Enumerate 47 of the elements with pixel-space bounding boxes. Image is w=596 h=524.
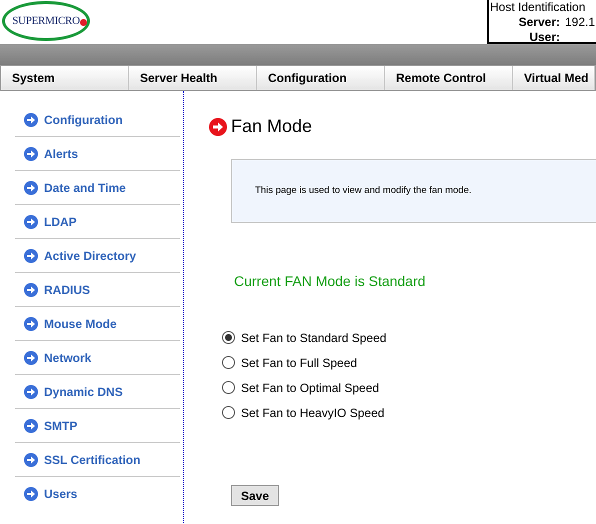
arrow-right-icon <box>24 112 38 126</box>
description-text: This page is used to view and modify the fan mode. <box>255 184 472 198</box>
arrow-right-icon <box>24 350 38 364</box>
arrow-right-icon <box>24 487 38 501</box>
nav-tab[interactable]: System <box>1 66 129 90</box>
arrow-right-icon <box>24 282 38 296</box>
radio-button[interactable] <box>222 356 235 369</box>
nav-tab[interactable]: Server Health <box>129 66 257 90</box>
sidebar-link[interactable]: Configuration <box>44 110 123 128</box>
arrow-right-icon <box>24 316 38 330</box>
arrow-right-icon <box>24 418 38 432</box>
save-button[interactable]: Save <box>231 485 279 506</box>
nav-tab[interactable]: Virtual Med <box>513 66 595 90</box>
radio-button[interactable] <box>222 381 235 394</box>
arrow-right-icon <box>24 452 38 466</box>
radio-label[interactable]: Set Fan to HeavyIO Speed <box>241 404 384 422</box>
arrow-right-icon <box>24 384 38 398</box>
radio-label[interactable]: Set Fan to Standard Speed <box>241 328 386 346</box>
sidebar-link[interactable]: Date and Time <box>44 178 126 196</box>
arrow-right-icon <box>24 146 38 160</box>
radio-label[interactable]: Set Fan to Full Speed <box>241 354 358 372</box>
arrow-right-icon <box>24 180 38 194</box>
nav-tab[interactable]: Remote Control <box>385 66 513 90</box>
radio-button[interactable] <box>222 331 235 344</box>
page-title: Fan Mode <box>231 115 312 138</box>
nav-tab[interactable]: Configuration <box>257 66 385 90</box>
sidebar-link[interactable]: RADIUS <box>44 280 90 298</box>
sidebar-link[interactable]: Dynamic DNS <box>44 382 123 400</box>
arrow-right-icon <box>24 248 38 262</box>
sidebar-link[interactable]: Network <box>44 348 92 366</box>
field-label: User: <box>528 30 560 45</box>
arrow-right-icon <box>24 214 38 228</box>
field-label: Server: <box>518 15 560 30</box>
sidebar-link[interactable]: Active Directory <box>44 246 136 264</box>
logo-text: SUPERMICRO <box>12 14 80 29</box>
sidebar-link[interactable]: LDAP <box>44 212 77 230</box>
sidebar-link[interactable]: Users <box>44 485 78 503</box>
sidebar-link[interactable]: Mouse Mode <box>44 314 117 332</box>
status-text: Current FAN Mode is Standard <box>234 272 426 291</box>
radio-label[interactable]: Set Fan to Optimal Speed <box>241 378 380 396</box>
radio-button[interactable] <box>222 406 235 419</box>
arrow-right-icon <box>209 118 227 136</box>
sidebar-link[interactable]: SMTP <box>44 416 78 434</box>
sidebar-link[interactable]: SSL Certification <box>44 450 140 468</box>
panel-title: Host Identification <box>490 0 586 15</box>
sidebar-link[interactable]: Alerts <box>44 144 78 162</box>
field-value: 192.1 <box>565 15 596 30</box>
